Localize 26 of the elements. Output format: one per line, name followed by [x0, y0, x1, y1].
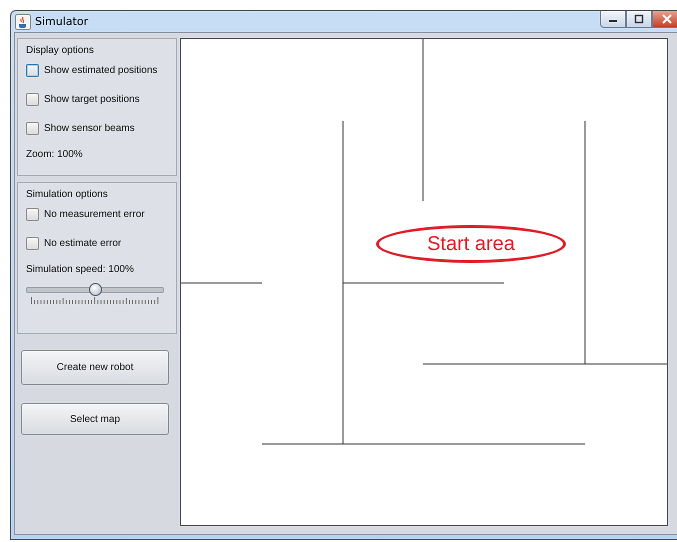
create-robot-button[interactable]: Create new robot	[21, 350, 169, 385]
checkbox-label: No estimate error	[44, 238, 122, 249]
checkbox[interactable]	[26, 208, 39, 221]
checkbox[interactable]	[26, 122, 39, 135]
checkbox-label: Show target positions	[44, 94, 140, 105]
maximize-icon	[634, 14, 644, 24]
close-icon	[662, 14, 672, 24]
group-title: Display options	[26, 45, 95, 56]
checkbox[interactable]	[26, 64, 39, 77]
speed-label: Simulation speed: 100%	[26, 264, 135, 275]
zoom-label: Zoom: 100%	[26, 149, 84, 160]
speed-slider[interactable]	[26, 283, 164, 305]
minimize-button[interactable]	[600, 11, 626, 28]
checkbox-label: Show sensor beams	[44, 123, 135, 134]
maximize-button[interactable]	[626, 11, 652, 28]
slider-thumb[interactable]	[89, 283, 102, 296]
checkbox[interactable]	[26, 93, 39, 106]
close-button[interactable]	[652, 11, 677, 28]
group-title: Simulation options	[26, 189, 109, 200]
checkbox-label: No measurement error	[44, 209, 145, 220]
select-map-button[interactable]: Select map	[21, 403, 169, 435]
checkbox[interactable]	[26, 237, 39, 250]
coffee-cup-icon	[15, 14, 31, 30]
start-area-annotation: Start area	[376, 225, 566, 263]
checkbox-label: Show estimated positions	[44, 65, 158, 76]
window-title: Simulator	[35, 15, 88, 28]
